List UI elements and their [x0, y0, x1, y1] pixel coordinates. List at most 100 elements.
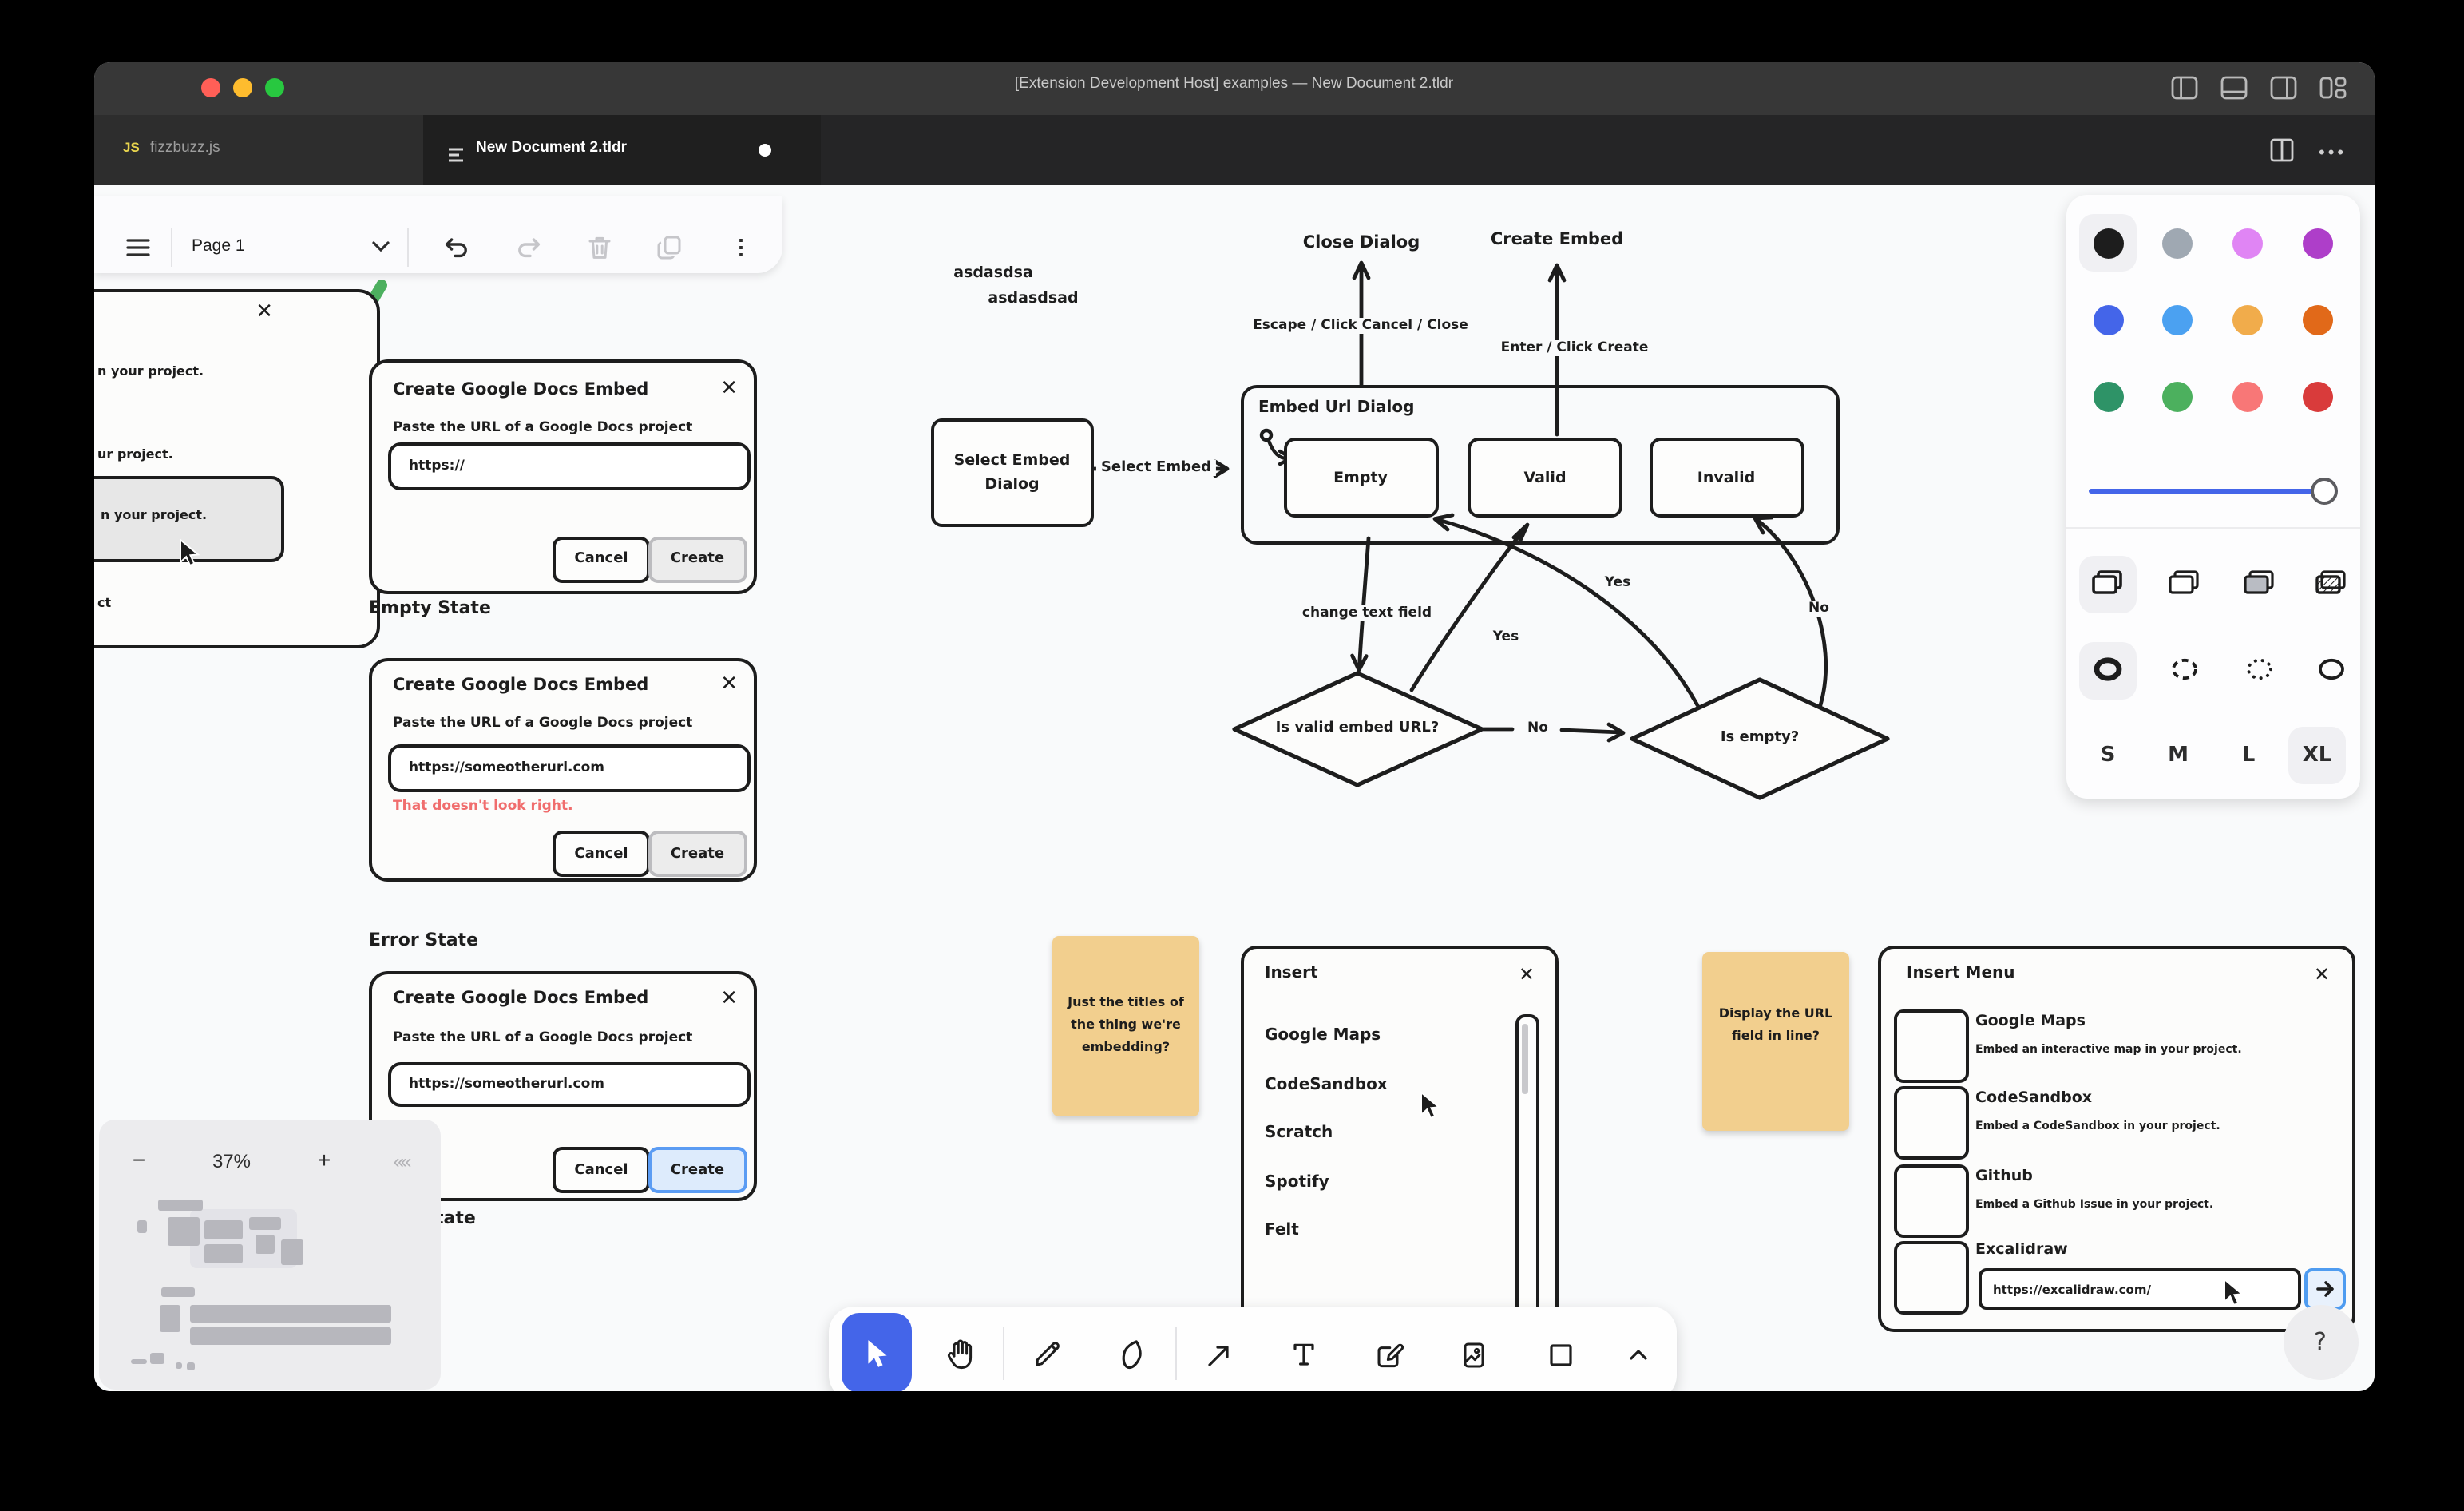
arrow-label-escape[interactable]: Escape / Click Cancel / Close: [1248, 318, 1473, 334]
create-button[interactable]: Create: [648, 831, 747, 877]
duplicate-button[interactable]: [653, 231, 685, 263]
cancel-button[interactable]: Cancel: [553, 536, 650, 582]
zoom-out-button[interactable]: −: [123, 1144, 155, 1176]
flow-box-select-embed-dialog[interactable]: Select Embed Dialog: [930, 418, 1094, 527]
flow-label-create-embed[interactable]: Create Embed: [1491, 230, 1623, 249]
more-actions-button[interactable]: •••: [2319, 143, 2347, 162]
menu-row-google-maps[interactable]: Google Maps Embed an interactive map in …: [1894, 1009, 2339, 1077]
fill-pattern-button[interactable]: [2314, 567, 2349, 599]
color-swatch-orange[interactable]: [2302, 304, 2332, 335]
toggle-panel-bottom-button[interactable]: [2220, 71, 2248, 111]
arrow-label-yes-2[interactable]: Yes: [1600, 575, 1635, 591]
menu-row-codesandbox[interactable]: CodeSandbox Embed a CodeSandbox in your …: [1894, 1086, 2339, 1153]
create-button[interactable]: Create: [648, 536, 747, 582]
flow-box-invalid[interactable]: Invalid: [1649, 437, 1804, 518]
arrow-label-change-text-field[interactable]: change text field: [1297, 605, 1436, 621]
embed-url-input[interactable]: https://excalidraw.com/: [1979, 1268, 2301, 1310]
dash-draw-button[interactable]: [2092, 655, 2124, 684]
menu-row-excalidraw[interactable]: Excalidraw https://excalidraw.com/: [1894, 1241, 2339, 1315]
note-tool-button[interactable]: [1370, 1335, 1408, 1374]
undo-button[interactable]: [441, 231, 473, 263]
sticky-note-url-field[interactable]: Display the URL field in line?: [1702, 952, 1849, 1131]
arrow-label-no-mid[interactable]: No: [1523, 720, 1553, 736]
toggle-panel-left-button[interactable]: [2170, 71, 2199, 111]
insert-item[interactable]: CodeSandbox: [1265, 1077, 1388, 1094]
insert-item[interactable]: Felt: [1265, 1222, 1299, 1239]
insert-item[interactable]: Spotify: [1265, 1174, 1329, 1192]
dash-dotted-button[interactable]: [2244, 655, 2276, 684]
color-swatch-yellow[interactable]: [2232, 304, 2263, 335]
wireframe-partial-dialog[interactable]: ✕ n your project. ur project. n your pro…: [94, 289, 380, 648]
size-m-button[interactable]: M: [2168, 744, 2189, 767]
fill-solid-button[interactable]: [2242, 567, 2277, 599]
wireframe-dialog-empty[interactable]: Create Google Docs Embed ✕ Paste the URL…: [369, 359, 757, 593]
tldraw-canvas[interactable]: asdasdsa asdasdsad ✕ n your project. ur …: [94, 184, 2374, 1391]
color-swatch-blue[interactable]: [2093, 304, 2123, 335]
dash-solid-button[interactable]: [2315, 655, 2347, 684]
wireframe-dialog-error[interactable]: Create Google Docs Embed ✕ Paste the URL…: [369, 657, 757, 882]
select-tool-button[interactable]: [842, 1313, 912, 1391]
rectangle-tool-button[interactable]: [1541, 1335, 1579, 1374]
tab-new-document[interactable]: New Document 2.tldr: [423, 114, 821, 184]
flow-box-valid[interactable]: Valid: [1468, 437, 1622, 518]
insert-item[interactable]: Google Maps: [1265, 1027, 1381, 1045]
opacity-slider-handle[interactable]: [2311, 477, 2338, 504]
submit-url-button[interactable]: [2304, 1268, 2346, 1310]
wireframe-insert-panel[interactable]: Insert ✕ Google Maps CodeSandbox Scratch…: [1241, 946, 1559, 1345]
redo-button[interactable]: [513, 231, 545, 263]
main-menu-button[interactable]: [121, 231, 153, 263]
color-swatch-light-violet[interactable]: [2232, 228, 2263, 258]
flow-container-embed-url-dialog[interactable]: Embed Url Dialog Empty Valid Invalid: [1241, 385, 1840, 544]
scrollbar-thumb[interactable]: [1521, 1024, 1527, 1094]
state-caption[interactable]: Empty State: [369, 597, 491, 617]
zoom-in-button[interactable]: +: [308, 1144, 340, 1176]
url-input[interactable]: https://: [388, 442, 751, 490]
asset-tool-button[interactable]: [1455, 1335, 1493, 1374]
color-swatch-black[interactable]: [2093, 228, 2123, 258]
create-button-highlighted[interactable]: Create: [648, 1147, 747, 1193]
insert-item[interactable]: Scratch: [1265, 1124, 1333, 1142]
state-caption[interactable]: Error State: [369, 929, 478, 950]
scrollbar-track[interactable]: [1515, 1014, 1539, 1324]
color-swatch-red[interactable]: [2302, 381, 2332, 411]
trash-button[interactable]: [583, 231, 615, 263]
url-input[interactable]: https://someotherurl.com: [388, 1061, 751, 1106]
more-shapes-chevron-up-icon[interactable]: [1621, 1342, 1656, 1367]
wireframe-insert-menu-panel[interactable]: Insert Menu ✕ Google Maps Embed an inter…: [1878, 946, 2355, 1332]
opacity-slider-track[interactable]: [2089, 488, 2338, 494]
color-swatch-violet[interactable]: [2302, 228, 2332, 258]
size-s-button[interactable]: S: [2101, 744, 2116, 767]
arrow-label-enter[interactable]: Enter / Click Create: [1496, 339, 1654, 355]
chevron-down-icon[interactable]: [366, 234, 394, 260]
page-name[interactable]: Page 1: [192, 236, 245, 256]
split-editor-button[interactable]: [2269, 137, 2295, 170]
state-caption-clipped[interactable]: tate: [435, 1207, 476, 1227]
eraser-tool-button[interactable]: [1113, 1335, 1151, 1374]
arrow-label-no-2[interactable]: No: [1804, 601, 1834, 617]
sticky-note-titles[interactable]: Just the titles of the thing we're embed…: [1052, 935, 1199, 1116]
arrow-tool-button[interactable]: [1199, 1335, 1238, 1374]
size-l-button[interactable]: L: [2242, 744, 2256, 767]
color-swatch-light-green[interactable]: [2162, 381, 2193, 411]
color-swatch-light-red[interactable]: [2232, 381, 2263, 411]
more-menu-button[interactable]: ⋮: [725, 231, 757, 263]
color-swatch-green[interactable]: [2093, 381, 2123, 411]
diamond-label-is-empty[interactable]: Is empty?: [1721, 730, 1799, 746]
help-button[interactable]: ?: [2283, 1304, 2358, 1379]
menu-row-github[interactable]: Github Embed a Github Issue in your proj…: [1894, 1164, 2339, 1231]
size-xl-button[interactable]: XL: [2303, 744, 2332, 767]
flow-box-empty[interactable]: Empty: [1283, 437, 1438, 518]
url-input[interactable]: https://someotherurl.com: [388, 744, 751, 792]
color-swatch-grey[interactable]: [2162, 228, 2193, 258]
fill-semi-button[interactable]: [2167, 567, 2202, 599]
color-swatch-light-blue[interactable]: [2162, 304, 2193, 335]
draw-tool-button[interactable]: [1028, 1335, 1067, 1374]
hand-tool-button[interactable]: [941, 1335, 979, 1374]
text-tool-button[interactable]: [1284, 1335, 1322, 1374]
scratch-text-1[interactable]: asdasdsa: [953, 264, 1033, 281]
customize-layout-button[interactable]: [2319, 71, 2347, 111]
diamond-label-is-valid[interactable]: Is valid embed URL?: [1276, 720, 1440, 736]
cancel-button[interactable]: Cancel: [553, 831, 650, 877]
arrow-label-select-embed[interactable]: Select Embed: [1096, 460, 1216, 476]
tab-fizzbuzz[interactable]: JS fizzbuzz.js: [94, 114, 423, 184]
